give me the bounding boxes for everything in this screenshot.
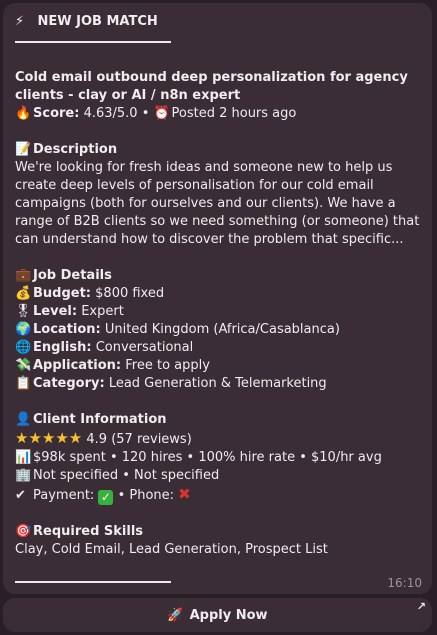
rating-text: 4.9 (57 reviews): [86, 432, 192, 447]
detail-label: Category:: [33, 376, 105, 391]
detail-application: 💸 Application: Free to apply: [15, 357, 425, 375]
apply-label: Apply Now: [189, 607, 268, 623]
skills-heading: Required Skills: [33, 524, 144, 539]
detail-label: Budget:: [33, 286, 92, 301]
client-rating: ★★★★★ 4.9 (57 reviews): [15, 429, 425, 449]
detail-label: English:: [33, 340, 92, 355]
header-title: NEW JOB MATCH: [37, 14, 158, 29]
job-match-message: ⚡ NEW JOB MATCH Cold email outbound deep…: [3, 3, 432, 594]
apply-now-button[interactable]: 🚀 Apply Now ↗: [3, 598, 432, 632]
client-verification: ✔ Payment: ✓ • Phone: ✖: [15, 485, 425, 505]
detail-location: 🌍 Location: United Kingdom (Africa/Casabl…: [15, 321, 425, 339]
cross-mark-icon: ✖: [178, 485, 191, 503]
phone-label: • Phone:: [117, 488, 175, 503]
detail-label: Application:: [33, 358, 122, 373]
person-icon: 👤: [15, 412, 32, 427]
job-details-heading: Job Details: [33, 268, 112, 283]
briefcase-icon: 💼: [15, 268, 32, 283]
divider-top: [15, 41, 171, 43]
client-stats: 📊 $98k spent • 120 hires • 100% hire rate…: [15, 449, 425, 467]
detail-budget: 💰 Budget: $800 fixed: [15, 285, 425, 303]
score-value: 4.63/5.0: [83, 106, 138, 121]
external-link-arrow-icon: ↗: [416, 600, 426, 613]
detail-level: 🎖Level: Expert: [15, 303, 425, 321]
skills-section: 🎯 Required Skills Clay, Cold Email, Lead …: [15, 523, 425, 559]
detail-value: Lead Generation & Telemarketing: [108, 376, 327, 391]
client-section: 👤 Client Information ★★★★★ 4.9 (57 review…: [15, 411, 425, 505]
client-heading: Client Information: [33, 412, 167, 427]
money-wings-icon: 💸: [15, 358, 32, 373]
bar-chart-icon: 📊: [15, 450, 32, 465]
payment-label: Payment:: [33, 488, 95, 503]
detail-english: 🌐 English: Conversational: [15, 339, 425, 357]
detail-label: Level:: [33, 304, 78, 319]
detail-value: Conversational: [95, 340, 194, 355]
divider-bottom: [15, 581, 171, 583]
skills-text: Clay, Cold Email, Lead Generation, Prosp…: [15, 542, 328, 557]
star-icon: ★★★★★: [15, 429, 83, 447]
stats-text: $98k spent • 120 hires • 100% hire rate …: [33, 450, 382, 465]
memo-icon: 📝: [15, 142, 32, 157]
detail-value: $800 fixed: [95, 286, 165, 301]
client-location: 🏢 Not specified • Not specified: [15, 467, 425, 485]
job-details-section: 💼 Job Details 💰 Budget: $800 fixed 🎖Level:…: [15, 267, 425, 393]
score-line: 🔥 Score: 4.63/5.0 • ⏰ Posted 2 hours ago: [15, 106, 297, 121]
location-text: Not specified • Not specified: [33, 468, 220, 483]
job-title: Cold email outbound deep personalization…: [15, 70, 408, 103]
score-label: Score:: [33, 106, 80, 121]
detail-category: 📋 Category: Lead Generation & Telemarketi…: [15, 375, 425, 393]
header: ⚡ NEW JOB MATCH: [15, 13, 425, 31]
medal-icon: 🎖: [15, 304, 32, 319]
detail-value: Free to apply: [125, 358, 210, 373]
money-bag-icon: 💰: [15, 286, 32, 301]
detail-value: Expert: [81, 304, 124, 319]
checkmark-icon: ✔: [15, 488, 26, 503]
check-box-icon: ✓: [98, 490, 114, 505]
detail-value: United Kingdom (Africa/Casablanca): [104, 322, 340, 337]
rocket-icon: 🚀: [167, 607, 184, 623]
office-building-icon: 🏢: [15, 468, 32, 483]
globe-icon: 🌍: [15, 322, 32, 337]
detail-label: Location:: [33, 322, 101, 337]
description-heading: Description: [33, 142, 118, 157]
message-timestamp: 16:10: [387, 576, 422, 590]
globe-meridians-icon: 🌐: [15, 340, 32, 355]
description-text: We're looking for fresh ideas and someon…: [15, 160, 420, 247]
lightning-icon: ⚡: [15, 14, 25, 29]
fire-icon: 🔥: [15, 106, 32, 121]
posted-time: Posted 2 hours ago: [171, 106, 297, 121]
alarm-clock-icon: ⏰: [153, 106, 170, 121]
description-section: 📝 Description We're looking for fresh ide…: [15, 141, 425, 249]
message-content: ⚡ NEW JOB MATCH Cold email outbound deep…: [15, 13, 425, 583]
target-icon: 🎯: [15, 524, 32, 539]
clipboard-icon: 📋: [15, 376, 32, 391]
